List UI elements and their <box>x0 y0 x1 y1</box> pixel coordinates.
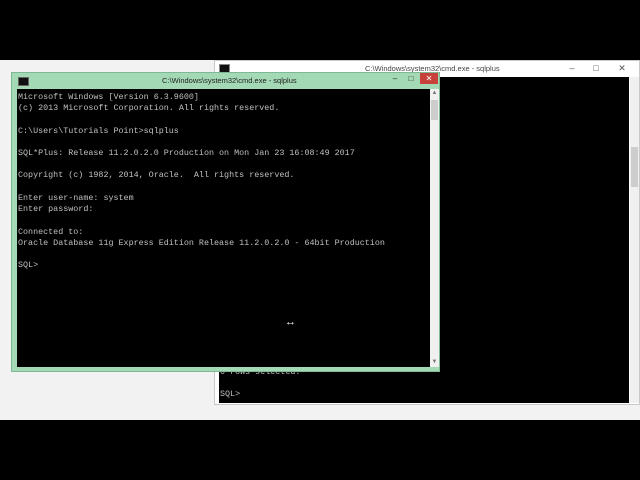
maximize-button[interactable]: □ <box>585 62 607 74</box>
terminal-line: (c) 2013 Microsoft Corporation. All righ… <box>18 103 280 113</box>
background-vertical-scrollbar[interactable] <box>630 77 639 403</box>
terminal-line: Enter user-name: system <box>18 193 134 203</box>
resize-horizontal-cursor-icon: ↔ <box>285 316 296 328</box>
minimize-button[interactable]: – <box>388 73 402 84</box>
terminal-line: C:\Users\Tutorials Point>sqlplus <box>18 126 179 136</box>
minimize-button[interactable]: – <box>561 62 583 74</box>
terminal-line: Enter password: <box>18 204 94 214</box>
active-terminal-output[interactable]: Microsoft Windows [Version 6.3.9600] (c)… <box>17 89 430 367</box>
close-button[interactable]: ✕ <box>611 62 633 74</box>
scrollbar-thumb[interactable] <box>631 147 638 187</box>
scrollbar-thumb[interactable] <box>431 100 438 120</box>
terminal-line: Copyright (c) 1982, 2014, Oracle. All ri… <box>18 170 295 180</box>
terminal-line: Oracle Database 11g Express Edition Rele… <box>18 238 385 248</box>
terminal-line: Microsoft Windows [Version 6.3.9600] <box>18 92 199 102</box>
cmd-app-icon <box>18 77 29 86</box>
active-vertical-scrollbar[interactable]: ▲ ▼ <box>430 89 439 367</box>
active-cmd-window[interactable]: C:\Windows\system32\cmd.exe - sqlplus – … <box>11 72 440 372</box>
scroll-up-arrow-icon[interactable]: ▲ <box>430 89 439 98</box>
close-button[interactable]: ✕ <box>420 73 438 84</box>
maximize-button[interactable]: □ <box>404 73 418 84</box>
desktop: C:\Windows\system32\cmd.exe - sqlplus – … <box>0 60 640 420</box>
terminal-line: Connected to: <box>18 227 84 237</box>
terminal-prompt: SQL> <box>220 389 241 399</box>
scroll-down-arrow-icon[interactable]: ▼ <box>430 358 439 367</box>
terminal-line: SQL*Plus: Release 11.2.0.2.0 Production … <box>18 148 355 158</box>
terminal-prompt: SQL> <box>18 260 39 270</box>
active-window-title: C:\Windows\system32\cmd.exe - sqlplus <box>162 76 297 85</box>
